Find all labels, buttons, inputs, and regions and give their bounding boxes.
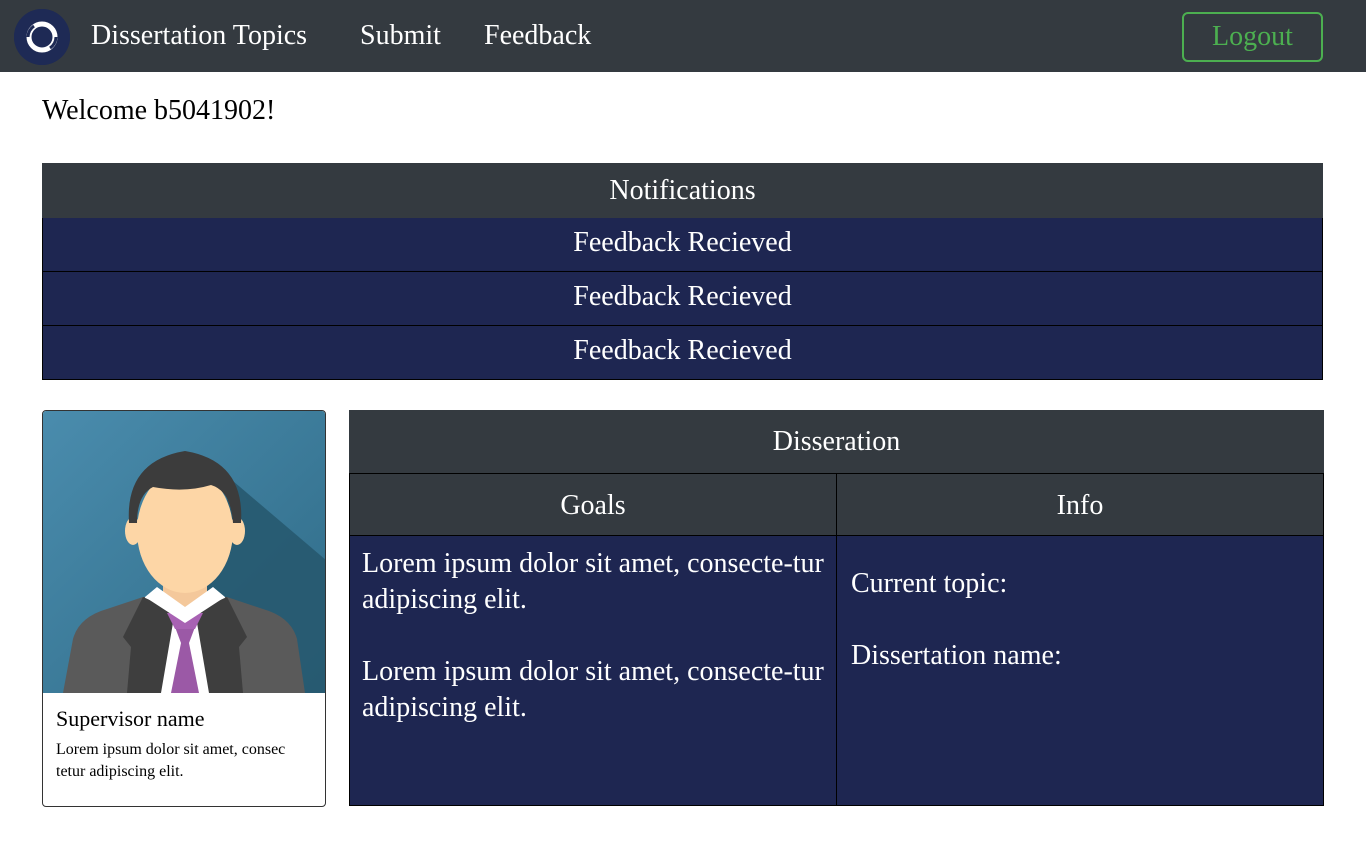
nav-link-dissertation-topics[interactable]: Dissertation Topics	[91, 19, 307, 53]
nav-link-submit[interactable]: Submit	[360, 19, 441, 53]
supervisor-name: Supervisor name	[56, 706, 205, 731]
ring-logo-icon[interactable]	[14, 9, 70, 65]
notification-item[interactable]: Feedback Recieved	[42, 218, 1323, 272]
goal-item: Lorem ipsum dolor sit amet, consecte-tur…	[362, 656, 824, 723]
supervisor-card: Supervisor name Lorem ipsum dolor sit am…	[42, 410, 326, 807]
notification-item[interactable]: Feedback Recieved	[42, 326, 1323, 380]
notifications-header: Notifications	[42, 163, 1323, 218]
logout-button[interactable]: Logout	[1182, 12, 1323, 62]
info-panel: Current topic: Dissertation name:	[836, 535, 1324, 806]
info-header: Info	[836, 473, 1324, 536]
supervisor-description: Lorem ipsum dolor sit amet, consec tetur…	[56, 741, 286, 780]
goals-panel: Lorem ipsum dolor sit amet, consecte-tur…	[349, 535, 837, 806]
nav-link-feedback[interactable]: Feedback	[484, 19, 591, 53]
dissertation-header: Disseration	[349, 410, 1324, 474]
goal-item: Lorem ipsum dolor sit amet, consecte-tur…	[362, 548, 824, 615]
current-topic-label: Current topic:	[851, 568, 1008, 599]
welcome-message: Welcome b5041902!	[42, 95, 276, 126]
dissertation-name-label: Dissertation name:	[851, 640, 1062, 671]
navbar: Dissertation Topics Submit Feedback Logo…	[0, 0, 1366, 72]
businessman-avatar-icon	[43, 411, 325, 693]
notification-item[interactable]: Feedback Recieved	[42, 272, 1323, 326]
goals-header: Goals	[349, 473, 837, 536]
